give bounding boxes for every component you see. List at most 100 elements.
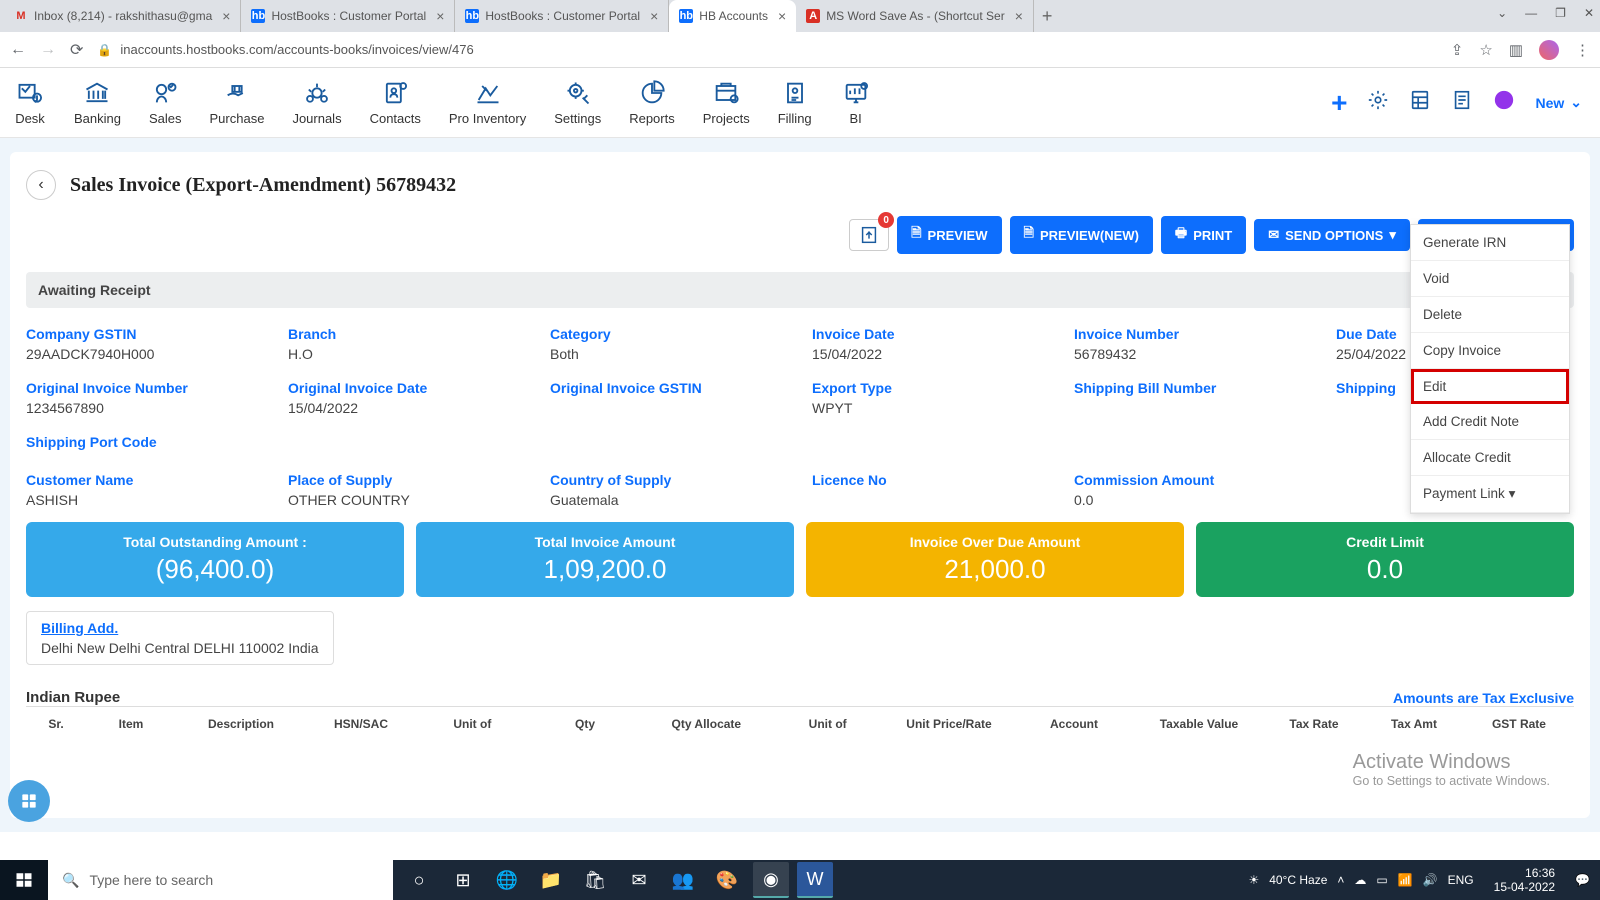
gear-icon[interactable] <box>1367 89 1389 116</box>
start-button[interactable] <box>0 860 48 900</box>
tab-label: Inbox (8,214) - rakshithasu@gma <box>34 9 212 23</box>
wifi-icon[interactable]: 📶 <box>1398 873 1413 887</box>
nav-desk[interactable]: Desk <box>14 79 46 126</box>
nav-purchase[interactable]: Purchase <box>210 79 265 126</box>
attachment-button[interactable]: 0 <box>849 219 889 251</box>
nav-label: Purchase <box>210 111 265 126</box>
onedrive-icon[interactable]: ☁ <box>1354 873 1366 887</box>
app-toolbar: Desk Banking Sales Purchase Journals Con… <box>0 68 1600 138</box>
nav-journals[interactable]: Journals <box>292 79 341 126</box>
dropdown-icon[interactable]: ⌄ <box>1497 6 1507 20</box>
battery-icon[interactable]: ▭ <box>1376 873 1387 887</box>
caret-down-icon: ▾ <box>1509 486 1516 501</box>
nav-filling[interactable]: Filling <box>778 79 812 126</box>
url-input[interactable]: 🔒 inaccounts.hostbooks.com/accounts-book… <box>97 42 1436 57</box>
bookmark-icon[interactable]: ☆ <box>1479 41 1492 59</box>
menu-edit[interactable]: Edit <box>1411 369 1569 404</box>
new-dropdown[interactable]: New ⌄ <box>1535 94 1582 111</box>
reading-list-icon[interactable]: ▥ <box>1509 41 1523 59</box>
page-card: ‹ Sales Invoice (Export-Amendment) 56789… <box>10 152 1590 818</box>
edge-icon[interactable]: 🌐 <box>489 862 525 898</box>
tab-hb-accounts[interactable]: hb HB Accounts × <box>669 0 796 32</box>
menu-delete[interactable]: Delete <box>1411 297 1569 333</box>
hb-icon: hb <box>251 9 265 23</box>
send-options-button[interactable]: ✉ SEND OPTIONS ▾ <box>1254 219 1410 251</box>
mail-icon[interactable]: ✉ <box>621 862 657 898</box>
nav-settings[interactable]: Settings <box>554 79 601 126</box>
sales-icon <box>149 79 181 107</box>
store-icon[interactable]: 🛍 <box>577 862 613 898</box>
summary-row: Total Outstanding Amount : (96,400.0) To… <box>26 522 1574 597</box>
plus-icon[interactable]: + <box>1331 87 1347 119</box>
nav-banking[interactable]: Banking <box>74 79 121 126</box>
nav-projects[interactable]: Projects <box>703 79 750 126</box>
tab-word-save[interactable]: A MS Word Save As - (Shortcut Ser × <box>796 0 1034 32</box>
task-view-icon[interactable]: ⊞ <box>445 862 481 898</box>
close-icon[interactable]: × <box>222 8 230 24</box>
tab-hostbooks-2[interactable]: hb HostBooks : Customer Portal × <box>455 0 669 32</box>
new-badge-icon[interactable] <box>1493 89 1515 116</box>
nav-reports[interactable]: Reports <box>629 79 675 126</box>
tab-label: HB Accounts <box>699 9 768 23</box>
chrome-icon[interactable]: ◉ <box>753 862 789 898</box>
toolbar-right: + New ⌄ <box>1331 87 1582 119</box>
nav-contacts[interactable]: Contacts <box>370 79 421 126</box>
cortana-icon[interactable]: ○ <box>401 862 437 898</box>
volume-icon[interactable]: 🔊 <box>1423 873 1438 887</box>
page-content: ‹ Sales Invoice (Export-Amendment) 56789… <box>0 138 1600 832</box>
nav-label: Contacts <box>370 111 421 126</box>
nav-pro-inventory[interactable]: Pro Inventory <box>449 79 526 126</box>
taskbar-clock[interactable]: 16:36 15-04-2022 <box>1484 866 1565 895</box>
back-icon[interactable]: ← <box>10 41 26 59</box>
inventory-icon <box>472 79 504 107</box>
close-icon[interactable]: × <box>1015 8 1023 24</box>
reload-icon[interactable]: ⟳ <box>70 40 83 60</box>
desk-icon <box>14 79 46 107</box>
teams-icon[interactable]: 👥 <box>665 862 701 898</box>
document-icon[interactable] <box>1451 89 1473 116</box>
menu-payment-link[interactable]: Payment Link ▾ <box>1411 476 1569 513</box>
taskbar-search[interactable]: 🔍 Type here to search <box>48 860 393 900</box>
menu-allocate-credit[interactable]: Allocate Credit <box>1411 440 1569 476</box>
menu-add-credit-note[interactable]: Add Credit Note <box>1411 404 1569 440</box>
share-icon[interactable]: ⇪ <box>1451 41 1464 59</box>
maximize-icon[interactable]: ❐ <box>1555 6 1566 20</box>
print-button[interactable]: 🖶 PRINT <box>1161 216 1246 254</box>
tab-hostbooks-1[interactable]: hb HostBooks : Customer Portal × <box>241 0 455 32</box>
tray-up-icon[interactable]: ˄ <box>1337 873 1344 887</box>
action-row: 0 🗎 PREVIEW 🗎 PREVIEW(NEW) 🖶 PRINT ✉ SEN… <box>26 216 1574 254</box>
hb-icon: hb <box>465 9 479 23</box>
file-icon: 🗎 <box>911 224 921 246</box>
close-icon[interactable]: × <box>650 8 658 24</box>
minimize-icon[interactable]: ― <box>1525 6 1537 20</box>
close-icon[interactable]: × <box>778 8 786 24</box>
paint-icon[interactable]: 🎨 <box>709 862 745 898</box>
nav-bi[interactable]: BI <box>840 79 872 126</box>
menu-void[interactable]: Void <box>1411 261 1569 297</box>
new-tab-button[interactable]: + <box>1042 6 1053 27</box>
preview-button[interactable]: 🗎 PREVIEW <box>897 216 1001 254</box>
kebab-menu-icon[interactable]: ⋮ <box>1575 41 1590 59</box>
send-label: SEND OPTIONS <box>1285 228 1383 243</box>
weather-icon[interactable]: ☀ <box>1248 873 1259 887</box>
preview-new-button[interactable]: 🗎 PREVIEW(NEW) <box>1010 216 1153 254</box>
chat-widget-button[interactable] <box>8 780 50 822</box>
nav-sales[interactable]: Sales <box>149 79 182 126</box>
page-back-button[interactable]: ‹ <box>26 170 56 200</box>
explorer-icon[interactable]: 📁 <box>533 862 569 898</box>
menu-copy-invoice[interactable]: Copy Invoice <box>1411 333 1569 369</box>
close-window-icon[interactable]: ✕ <box>1584 6 1594 20</box>
word-icon[interactable]: W <box>797 862 833 898</box>
calculator-icon[interactable] <box>1409 89 1431 116</box>
invoice-options-dropdown: Generate IRN Void Delete Copy Invoice Ed… <box>1410 224 1570 514</box>
close-icon[interactable]: × <box>436 8 444 24</box>
weather-text[interactable]: 40°C Haze <box>1269 873 1327 887</box>
bi-icon <box>840 79 872 107</box>
menu-generate-irn[interactable]: Generate IRN <box>1411 225 1569 261</box>
forward-icon[interactable]: → <box>40 41 56 59</box>
profile-avatar[interactable] <box>1539 40 1559 60</box>
lang-indicator[interactable]: ENG <box>1448 873 1474 887</box>
tab-gmail[interactable]: M Inbox (8,214) - rakshithasu@gma × <box>4 0 241 32</box>
notifications-icon[interactable]: 💬 <box>1575 873 1590 887</box>
bank-icon <box>81 79 113 107</box>
